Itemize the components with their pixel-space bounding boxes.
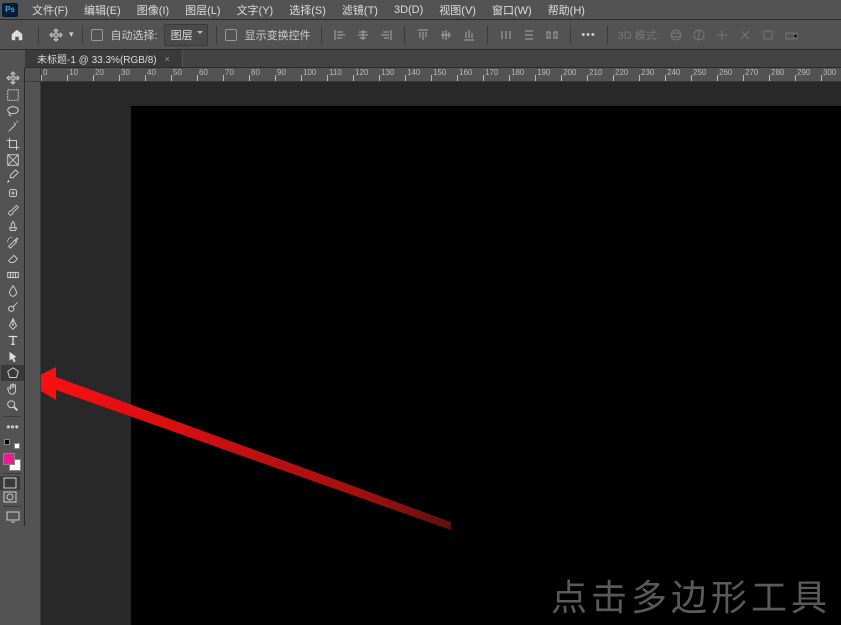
app-icon: Ps	[2, 3, 18, 17]
pan-3d-button[interactable]	[712, 25, 732, 45]
default-colors-icon[interactable]	[4, 439, 20, 449]
edit-toolbar-button[interactable]: •••	[1, 419, 24, 435]
transform-controls-label: 显示变换控件	[243, 27, 313, 43]
eyedropper-tool[interactable]	[1, 168, 24, 184]
menu-window[interactable]: 窗口(W)	[484, 0, 540, 20]
separator	[3, 506, 21, 507]
auto-select-label: 自动选择:	[109, 27, 160, 43]
distribute-space-button[interactable]	[542, 25, 562, 45]
separator	[82, 26, 83, 44]
vertical-ruler[interactable]	[25, 82, 41, 625]
menu-layer[interactable]: 图层(L)	[177, 0, 228, 20]
move-tool-icon[interactable]	[47, 26, 65, 44]
magic-wand-tool[interactable]	[1, 119, 24, 135]
align-right-button[interactable]	[376, 25, 396, 45]
fg-color-swatch[interactable]	[3, 453, 15, 465]
shape-polygon-tool[interactable]	[1, 365, 24, 381]
close-tab-icon[interactable]: ×	[165, 54, 170, 64]
quick-mask-button[interactable]	[0, 490, 20, 504]
instruction-caption: 点击多边形工具	[551, 569, 831, 621]
document-tab[interactable]: 未标题-1 @ 33.3%(RGB/8) ×	[25, 50, 183, 67]
home-button[interactable]	[8, 26, 26, 44]
move-tool[interactable]	[1, 70, 24, 86]
gradient-tool[interactable]	[1, 267, 24, 283]
roll-3d-button[interactable]	[689, 25, 709, 45]
lasso-tool[interactable]	[1, 103, 24, 119]
separator	[3, 416, 21, 417]
slide-3d-button[interactable]	[735, 25, 755, 45]
menu-type[interactable]: 文字(Y)	[229, 0, 282, 20]
auto-select-dropdown[interactable]: 图层	[164, 24, 208, 46]
horizontal-ruler[interactable]: 0102030405060708090100110120130140150160…	[41, 68, 841, 82]
separator	[216, 26, 217, 44]
dodge-tool[interactable]	[1, 299, 24, 315]
color-swatches[interactable]	[3, 453, 21, 471]
frame-tool[interactable]	[1, 152, 24, 168]
clone-stamp-tool[interactable]	[1, 218, 24, 234]
menu-filter[interactable]: 滤镜(T)	[334, 0, 386, 20]
separator	[607, 26, 608, 44]
align-middle-button[interactable]	[436, 25, 456, 45]
document-canvas[interactable]	[131, 106, 841, 625]
screen-mode-button[interactable]	[1, 509, 24, 525]
type-tool[interactable]	[1, 332, 24, 348]
align-group	[330, 25, 396, 45]
transform-controls-checkbox[interactable]	[225, 29, 237, 41]
healing-brush-tool[interactable]	[1, 185, 24, 201]
menu-3d[interactable]: 3D(D)	[386, 2, 431, 18]
align-v-group	[413, 25, 479, 45]
menu-select[interactable]: 选择(S)	[281, 0, 334, 20]
brush-tool[interactable]	[1, 201, 24, 217]
canvas-viewport[interactable]	[41, 82, 841, 625]
document-tab-label: 未标题-1 @ 33.3%(RGB/8)	[37, 51, 157, 66]
mode-3d-group	[666, 25, 801, 45]
align-left-button[interactable]	[330, 25, 350, 45]
separator	[38, 26, 39, 44]
scale-3d-button[interactable]	[758, 25, 778, 45]
distribute-group	[496, 25, 562, 45]
distribute-h-button[interactable]	[496, 25, 516, 45]
hand-tool[interactable]	[1, 381, 24, 397]
align-bottom-button[interactable]	[459, 25, 479, 45]
crop-tool[interactable]	[1, 136, 24, 152]
separator	[404, 26, 405, 44]
camera-3d-button[interactable]	[781, 25, 801, 45]
ruler-corner	[25, 68, 41, 82]
menu-edit[interactable]: 编辑(E)	[76, 0, 129, 20]
orbit-3d-button[interactable]	[666, 25, 686, 45]
pen-tool[interactable]	[1, 316, 24, 332]
align-top-button[interactable]	[413, 25, 433, 45]
auto-select-checkbox[interactable]	[91, 29, 103, 41]
separator	[321, 26, 322, 44]
mode-3d-label: 3D 模式:	[616, 27, 662, 43]
separator	[570, 26, 571, 44]
menu-file[interactable]: 文件(F)	[24, 0, 76, 20]
marquee-rect-tool[interactable]	[1, 87, 24, 103]
distribute-v-button[interactable]	[519, 25, 539, 45]
path-selection-tool[interactable]	[1, 349, 24, 365]
eraser-tool[interactable]	[1, 250, 24, 266]
menu-view[interactable]: 视图(V)	[431, 0, 484, 20]
separator	[487, 26, 488, 44]
zoom-tool[interactable]	[1, 398, 24, 414]
separator	[3, 473, 21, 474]
more-options-button[interactable]: •••	[579, 25, 599, 45]
align-center-h-button[interactable]	[353, 25, 373, 45]
history-brush-tool[interactable]	[1, 234, 24, 250]
menu-help[interactable]: 帮助(H)	[540, 0, 593, 20]
blur-tool[interactable]	[1, 283, 24, 299]
standard-mode-button[interactable]	[0, 476, 20, 490]
menu-image[interactable]: 图像(I)	[129, 0, 177, 20]
